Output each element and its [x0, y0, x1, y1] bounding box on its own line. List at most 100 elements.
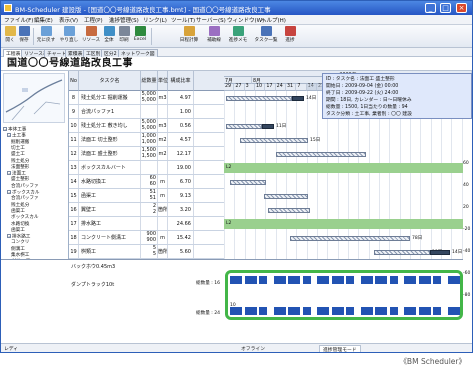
guide-line-button[interactable]: 補助線	[205, 26, 223, 47]
print-button[interactable]: 印刷	[117, 26, 131, 47]
table-row[interactable]: 15 函渠工 51 51 m 9.13	[69, 189, 224, 203]
tree-node[interactable]: −法面工	[7, 171, 26, 177]
tree-node[interactable]: 残土処分	[11, 203, 29, 208]
tree-node[interactable]: 水路切換	[11, 222, 29, 227]
menu-progress[interactable]: 進捗管理(S)	[109, 16, 139, 24]
tree-node[interactable]: 合流パッファ	[11, 196, 39, 201]
overview-button[interactable]: 全体	[102, 26, 116, 47]
table-row[interactable]: 11 法面工 切土整形 1,000 1,000 m2 4.57	[69, 133, 224, 147]
tab-network[interactable]: ネットワーク図	[118, 49, 158, 57]
table-row[interactable]: 12 法面工 盛土整形 1,500 1,500 m2 12.17	[69, 147, 224, 161]
menu-link[interactable]: リンク(L)	[143, 16, 167, 24]
tree-node-label: 法面整形	[11, 164, 30, 170]
tree-node[interactable]: 函渠工	[11, 209, 25, 214]
menu-edit[interactable]: 編集(E)	[34, 16, 53, 24]
progress-memo-button[interactable]: 進捗メモ	[226, 26, 250, 47]
task-bar[interactable]	[224, 163, 472, 173]
column-unit[interactable]: 単位	[158, 71, 168, 91]
task-bar[interactable]	[268, 207, 310, 213]
right-axis-tick: 20	[463, 205, 469, 210]
calc-icon	[183, 26, 195, 36]
table-row[interactable]: 18 コンクリート側溝工 900 900 m 15.42	[69, 231, 224, 245]
tree-node[interactable]: 掘削運搬	[11, 140, 29, 145]
schedule-calc-button[interactable]: 日程計算	[177, 26, 201, 47]
tree-expand-toggle[interactable]: −	[7, 133, 11, 138]
menu-window[interactable]: ウィンドウ(W)	[227, 16, 264, 24]
menu-view[interactable]: 表示(V)	[59, 16, 78, 24]
tree-node[interactable]: −本体工事	[3, 127, 26, 133]
resource-total-backhoe: 総数量 : 16	[196, 281, 221, 286]
gantt-month: 8月	[252, 77, 328, 84]
task-bar[interactable]	[230, 179, 266, 185]
column-quantity[interactable]: 総数量	[141, 71, 158, 91]
tree-node-label: 合流パッファ	[11, 196, 39, 202]
tree-node[interactable]: 盛土整形	[11, 177, 29, 182]
redo-button[interactable]: やり直し	[58, 26, 80, 47]
table-row[interactable]: 9 合流パッファ1 1.00	[69, 105, 224, 119]
task-bar[interactable]	[264, 193, 308, 199]
tree-node[interactable]: 残土処分	[11, 159, 29, 164]
tree-node[interactable]: 側溝工	[11, 247, 25, 252]
resource-highlight-frame: 10	[225, 270, 463, 320]
column-no[interactable]: No	[69, 71, 79, 91]
menu-help[interactable]: ヘルプ(H)	[261, 16, 286, 24]
tree-expand-toggle[interactable]: −	[7, 190, 11, 194]
resource-histogram-bar	[273, 307, 286, 315]
table-row[interactable]: 13 ボックスカルバート 19.00	[69, 161, 224, 175]
resource-histogram-bar	[259, 307, 267, 315]
table-row[interactable]: 17 排水路工 24.66	[69, 217, 224, 231]
menu-server[interactable]: サーバー(S)	[196, 16, 226, 24]
undo-button[interactable]: 元に戻す	[35, 26, 57, 47]
menu-process[interactable]: 工程(P)	[84, 16, 103, 24]
tree-node[interactable]: −排水路工	[7, 234, 30, 240]
tree-node[interactable]: 盛土工	[11, 152, 25, 157]
minimize-button[interactable]: _	[425, 3, 436, 13]
quantity-value: 900	[146, 237, 156, 243]
tree-node[interactable]: 函渠工	[11, 228, 25, 233]
tree-node[interactable]: 合流パッファ	[11, 184, 39, 189]
tree-node[interactable]: −土工事	[7, 133, 26, 139]
tree-node[interactable]: 法面整形	[11, 165, 29, 170]
view-tabs: 工程表 リソース表 チャート 累積表 工区別 区分2 ネットワーク図	[1, 48, 472, 57]
menu-file[interactable]: ファイル(F)	[4, 16, 33, 24]
task-bar[interactable]	[224, 219, 472, 229]
table-row[interactable]: 19 桝類工 5 5 箇所 5.60	[69, 245, 224, 259]
task-bar[interactable]	[240, 137, 308, 143]
task-bar-label: 14日	[306, 96, 317, 101]
open-button[interactable]: 開く	[3, 26, 17, 47]
column-task-name[interactable]: タスク名	[79, 71, 141, 91]
task-bar[interactable]	[290, 235, 410, 241]
task-bar[interactable]	[262, 123, 274, 129]
resource-label-backhoe: バックホウ0.45m3	[71, 264, 116, 270]
resource-histogram-bar	[389, 307, 398, 315]
table-row[interactable]: 10 残土処分工 敷き均し 5,000 5,000 m3 0.56	[69, 119, 224, 133]
table-row[interactable]: 14 水路切換工 60 60 m 6.70	[69, 175, 224, 189]
task-bar[interactable]	[374, 249, 430, 255]
tab-category2[interactable]: 区分2	[101, 49, 120, 57]
task-bar[interactable]	[226, 123, 262, 129]
save-button[interactable]: 保存	[17, 26, 31, 47]
close-button[interactable]: ×	[456, 3, 467, 13]
tree-node[interactable]: −ボックスカル	[7, 190, 39, 196]
excel-button[interactable]: Excel	[132, 26, 148, 47]
tree-node[interactable]: ボックスカル	[11, 215, 38, 220]
column-ratio[interactable]: 構成比率	[168, 71, 194, 91]
progress-button[interactable]: 進捗	[282, 26, 298, 47]
tree-node[interactable]: 切土工	[11, 146, 25, 151]
tree-expand-toggle[interactable]: −	[7, 171, 11, 176]
tree-expand-toggle[interactable]: −	[7, 234, 11, 239]
toolbar-divider	[33, 28, 34, 45]
menu-tools[interactable]: ツール(T)	[171, 16, 195, 24]
task-list-button[interactable]: タスク一覧	[253, 26, 279, 47]
table-row[interactable]: 16 翼壁工 2 2 箇所 3.20	[69, 203, 224, 217]
tree-node[interactable]: 集水桝工	[11, 253, 29, 258]
maximize-button[interactable]: □	[440, 3, 451, 13]
task-bar[interactable]	[226, 95, 292, 101]
task-bar[interactable]	[276, 151, 366, 157]
task-bar[interactable]	[292, 95, 304, 101]
tree-node[interactable]: コンクリ	[11, 240, 29, 245]
task-bar[interactable]	[430, 249, 450, 255]
resource-button[interactable]: リソース	[81, 26, 101, 47]
table-row[interactable]: 8 残土処分工 掘削運搬 5,000 5,000 m3 4.97	[69, 91, 224, 105]
tree-expand-toggle[interactable]: −	[3, 127, 7, 131]
